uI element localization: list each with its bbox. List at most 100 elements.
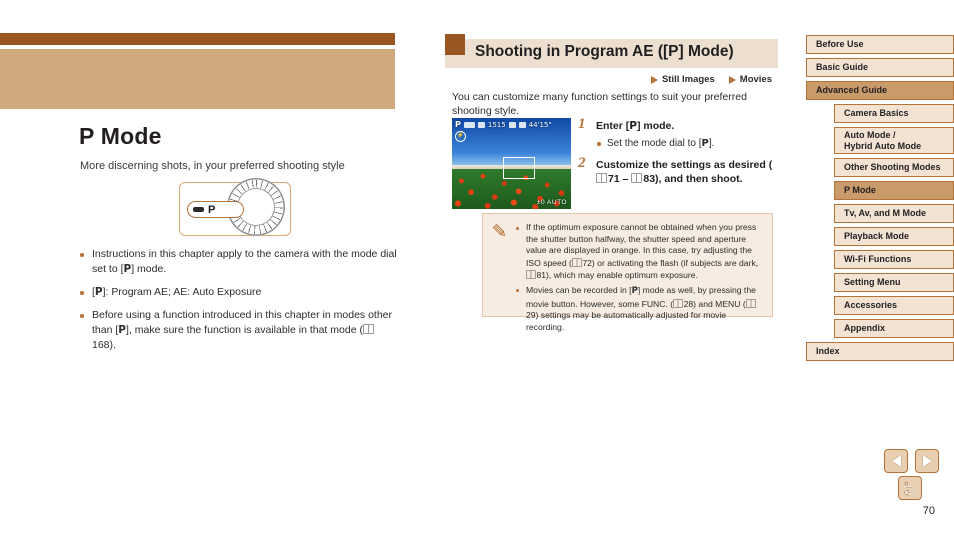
- page-reference-icon: [526, 270, 536, 280]
- sidebar-item-index[interactable]: Index: [806, 342, 954, 361]
- sidebar-item-other-shooting-modes[interactable]: Other Shooting Modes: [834, 158, 954, 177]
- mode-dial-figure: P: [179, 178, 291, 236]
- list-item: Before using a function introduced in th…: [79, 308, 397, 353]
- page-number: 70: [922, 505, 935, 517]
- media-tag-label: Movies: [739, 74, 772, 85]
- page-nav-buttons: [884, 449, 939, 473]
- lcd-bottom-info: ±0 AUTO: [536, 199, 567, 206]
- step-item: 1 Enter [P] mode. Set the mode dial to [P]…: [578, 116, 778, 151]
- left-page: P Mode More discerning shots, in your pr…: [0, 0, 400, 537]
- bullet-dot-icon: [516, 226, 519, 230]
- lcd-time-remaining: 44'15": [528, 120, 552, 129]
- sidebar-item-label: Wi-Fi Functions: [844, 254, 912, 264]
- page-reference-icon: [571, 257, 582, 267]
- sidebar-item-label: Accessories: [844, 300, 898, 310]
- step-list: 1 Enter [P] mode. Set the mode dial to [P]…: [578, 116, 778, 193]
- sidebar-item-label: Other Shooting Modes: [844, 162, 941, 172]
- list-item: [P]: Program AE; AE: Auto Exposure: [79, 285, 397, 300]
- list-item: Instructions in this chapter apply to th…: [79, 247, 397, 277]
- flash-off-icon: ⚡: [455, 131, 466, 142]
- page-reference-icon: [631, 173, 643, 183]
- sidebar-item-label: Appendix: [844, 323, 886, 333]
- lcd-battery-icon: [463, 121, 475, 128]
- mode-dial-callout: P: [187, 201, 244, 218]
- chapter-rule-bar: [0, 33, 395, 45]
- media-tag-label: Still Images: [661, 74, 715, 85]
- sidebar-item-label: Basic Guide: [816, 62, 869, 72]
- lcd-mode-indicator: P: [455, 120, 461, 129]
- pencil-note-icon: [492, 223, 506, 237]
- sidebar-item-label: Playback Mode: [844, 231, 910, 241]
- sidebar-item-auto-mode-hybrid-auto-mode[interactable]: Auto Mode / Hybrid Auto Mode: [834, 127, 954, 154]
- media-tag-movies: Movies: [728, 74, 772, 85]
- sidebar-item-basic-guide[interactable]: Basic Guide: [806, 58, 954, 77]
- media-tag-still-images: Still Images: [650, 74, 715, 85]
- mode-p-glyph: P: [701, 138, 709, 149]
- step-item: 2 Customize the settings as desired (71 –…: [578, 155, 778, 186]
- lcd-top-info-bar: P 1515 44'15": [455, 120, 552, 129]
- sidebar-item-label: Auto Mode / Hybrid Auto Mode: [844, 129, 922, 151]
- sidebar-item-advanced-guide[interactable]: Advanced Guide: [806, 81, 954, 100]
- arrow-right-icon: [922, 455, 932, 467]
- page-reference-icon: [745, 298, 756, 308]
- note-box: If the optimum exposure cannot be obtain…: [482, 213, 773, 332]
- triangle-marker-icon: [650, 75, 658, 84]
- mode-p-glyph: P: [123, 263, 132, 275]
- return-home-icon: [903, 482, 916, 496]
- mode-p-glyph: P: [118, 324, 126, 336]
- step-subitem: Set the mode dial to [P].: [596, 137, 778, 151]
- dial-pointer-icon: [193, 207, 204, 212]
- sidebar-item-label: Setting Menu: [844, 277, 901, 287]
- step-title: Enter [P] mode.: [596, 120, 675, 132]
- step-title: Customize the settings as desired (71 – …: [596, 159, 773, 185]
- bullet-dot-icon: [597, 142, 601, 146]
- sidebar-item-label: Before Use: [816, 39, 864, 49]
- step-number: 1: [578, 116, 586, 132]
- sidebar-item-label: P Mode: [844, 185, 876, 195]
- arrow-left-icon: [891, 455, 901, 467]
- bullet-dot-icon: [80, 314, 84, 318]
- sidebar-item-tv-av-and-m-mode[interactable]: Tv, Av, and M Mode: [834, 204, 954, 223]
- sidebar-item-label: Index: [816, 346, 840, 356]
- lcd-af-frame: [503, 157, 536, 180]
- bullet-dot-icon: [516, 289, 519, 293]
- sidebar-item-label: Camera Basics: [844, 108, 909, 118]
- sidebar-item-accessories[interactable]: Accessories: [834, 296, 954, 315]
- bullet-dot-icon: [80, 253, 84, 257]
- next-page-button[interactable]: [915, 449, 939, 473]
- sidebar-item-wi-fi-functions[interactable]: Wi-Fi Functions: [834, 250, 954, 269]
- lcd-meter-icon: [508, 121, 516, 128]
- section-title: Shooting in Program AE ([P] Mode): [475, 43, 734, 60]
- camera-lcd-preview: P 1515 44'15" ⚡ ±0 AUTO: [452, 118, 571, 209]
- sidebar-item-label: Advanced Guide: [816, 85, 888, 95]
- sidebar-nav: Before Use Basic Guide Advanced Guide Camer…: [806, 35, 954, 365]
- section-accent-square-icon: [445, 34, 465, 55]
- sidebar-item-before-use[interactable]: Before Use: [806, 35, 954, 54]
- list-item: If the optimum exposure cannot be obtain…: [516, 222, 764, 282]
- page-title: P Mode: [79, 123, 162, 149]
- sidebar-item-appendix[interactable]: Appendix: [834, 319, 954, 338]
- step-number: 2: [578, 155, 586, 171]
- lcd-drive-icon: [518, 121, 526, 128]
- sidebar-item-setting-menu[interactable]: Setting Menu: [834, 273, 954, 292]
- mode-p-glyph: P: [94, 286, 103, 298]
- lcd-quality-icon: [477, 121, 485, 128]
- chapter-color-band: [0, 49, 395, 109]
- bullet-dot-icon: [80, 291, 84, 295]
- page-reference-icon: [596, 173, 607, 183]
- sidebar-item-camera-basics[interactable]: Camera Basics: [834, 104, 954, 123]
- sidebar-item-label: Tv, Av, and M Mode: [844, 208, 927, 218]
- mode-p-glyph: P: [631, 285, 638, 296]
- note-bullet-list: If the optimum exposure cannot be obtain…: [516, 222, 764, 336]
- lcd-shots-remaining: 1515: [487, 120, 506, 129]
- left-bullet-list: Instructions in this chapter apply to th…: [79, 247, 397, 361]
- return-home-button[interactable]: [898, 476, 922, 500]
- previous-page-button[interactable]: [884, 449, 908, 473]
- sidebar-item-p-mode[interactable]: P Mode: [834, 181, 954, 200]
- mode-p-glyph: P: [629, 120, 637, 132]
- dial-callout-label: P: [208, 203, 215, 216]
- page-reference-icon: [673, 298, 684, 308]
- intro-paragraph: You can customize many function settings…: [452, 91, 747, 117]
- media-tags: Still Images Movies: [650, 74, 772, 85]
- sidebar-item-playback-mode[interactable]: Playback Mode: [834, 227, 954, 246]
